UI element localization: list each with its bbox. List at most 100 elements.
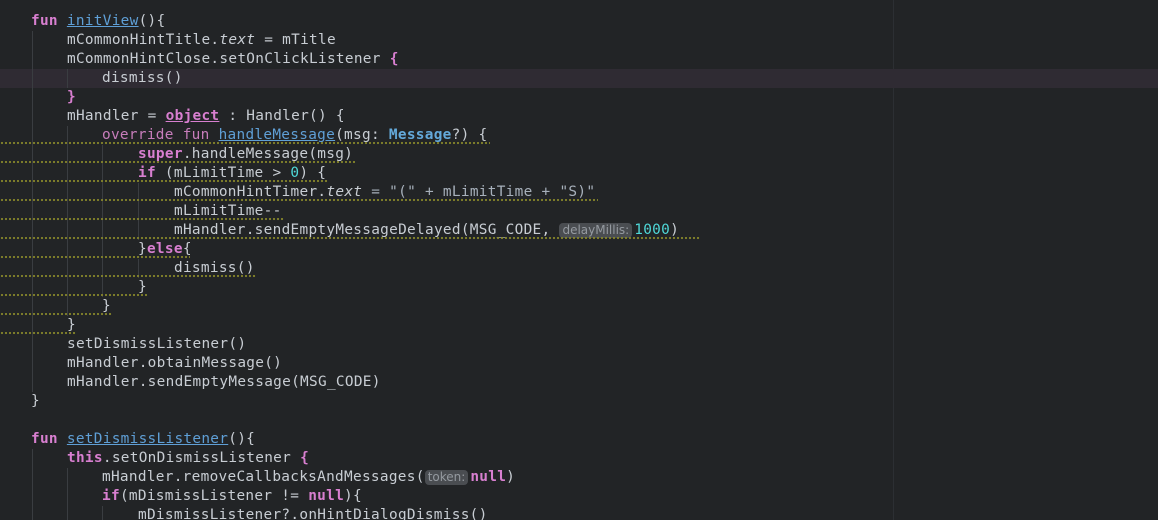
code-text: mCommonHintTitle.: [67, 32, 220, 48]
code-text: mLimitTime--: [174, 203, 282, 219]
indent-guide: [32, 506, 33, 520]
code-line[interactable]: mHandler.sendEmptyMessageDelayed(MSG_COD…: [0, 221, 1158, 240]
code-line[interactable]: }: [0, 278, 1158, 297]
property-text: text: [326, 184, 363, 200]
code-text: (mLimitTime >: [155, 165, 291, 181]
indent-guide: [67, 69, 68, 88]
code-text: mHandler.obtainMessage(): [67, 355, 283, 371]
code-text: (msg:: [335, 127, 389, 143]
code-text: (mDismissListener !=: [119, 488, 309, 504]
keyword-fun: fun: [31, 431, 58, 447]
code-text: }: [102, 298, 111, 314]
keyword-override: override: [102, 127, 174, 143]
code-text: (){: [138, 13, 166, 29]
code-text: dismiss(): [174, 260, 255, 276]
code-text: ?) {: [451, 127, 488, 143]
lambda-brace: {: [300, 450, 310, 466]
type-message: Message: [388, 127, 452, 143]
keyword-object: object: [165, 108, 220, 124]
code-text: setDismissListener(): [67, 336, 247, 352]
keyword-if: if: [138, 165, 156, 181]
keyword-else: else: [146, 241, 183, 257]
code-text: ): [506, 469, 516, 485]
code-text: mHandler.sendEmptyMessageDelayed(MSG_COD…: [174, 222, 560, 238]
code-line[interactable]: mHandler.sendEmptyMessage(MSG_CODE): [0, 373, 1158, 392]
code-text: mDismissListener?.onHintDialogDismiss(): [138, 507, 488, 520]
code-line[interactable]: mHandler.removeCallbacksAndMessages(toke…: [0, 468, 1158, 487]
code-text: {: [182, 241, 192, 257]
code-line[interactable]: fun setDismissListener(){: [0, 430, 1158, 449]
code-line[interactable]: }: [0, 297, 1158, 316]
indent-guide: [67, 468, 68, 487]
indent-guide: [32, 468, 33, 487]
indent-guide: [32, 373, 33, 392]
code-text: mHandler.removeCallbacksAndMessages(: [102, 469, 425, 485]
code-line[interactable]: super.handleMessage(msg): [0, 145, 1158, 164]
code-line[interactable]: this.setOnDismissListener {: [0, 449, 1158, 468]
indent-guide: [32, 107, 33, 126]
indent-guide: [32, 31, 33, 50]
function-name-setdismisslistener[interactable]: setDismissListener: [67, 431, 228, 447]
function-name-initview[interactable]: initView: [67, 13, 139, 29]
code-text: dismiss(): [102, 70, 183, 86]
keyword-if: if: [102, 488, 120, 504]
indent-guide: [32, 354, 33, 373]
keyword-super: super: [138, 146, 183, 162]
code-line[interactable]: [0, 411, 1158, 430]
code-line[interactable]: }else{: [0, 240, 1158, 259]
code-text: .handleMessage(msg): [182, 146, 354, 162]
code-line[interactable]: setDismissListener(): [0, 335, 1158, 354]
code-text: mHandler =: [67, 108, 166, 124]
code-line[interactable]: mCommonHintTimer.text = "(" + mLimitTime…: [0, 183, 1158, 202]
code-line[interactable]: mCommonHintClose.setOnClickListener {: [0, 50, 1158, 69]
code-text: : Handler() {: [219, 108, 345, 124]
code-text: }: [67, 317, 76, 333]
code-editor[interactable]: fun initView(){ mCommonHintTitle.text = …: [0, 0, 1158, 520]
code-text: }: [138, 279, 147, 295]
code-text: }: [31, 393, 40, 409]
code-line[interactable]: mDismissListener?.onHintDialogDismiss(): [0, 506, 1158, 520]
code-line[interactable]: override fun handleMessage(msg: Message?…: [0, 126, 1158, 145]
indent-guide: [32, 50, 33, 69]
indent-guide: [67, 506, 68, 520]
indent-guide: [32, 487, 33, 506]
code-line[interactable]: mHandler = object : Handler() {: [0, 107, 1158, 126]
lambda-brace: }: [67, 89, 76, 105]
code-line[interactable]: }: [0, 392, 1158, 411]
parameter-hint-token: token:: [424, 470, 469, 485]
code-line[interactable]: }: [0, 316, 1158, 335]
keyword-this: this: [67, 450, 103, 466]
function-name-handlemessage[interactable]: handleMessage: [219, 127, 336, 143]
lambda-brace: {: [389, 51, 399, 67]
indent-guide: [102, 506, 103, 520]
keyword-fun: fun: [31, 13, 58, 29]
code-line[interactable]: dismiss(): [0, 259, 1158, 278]
keyword-null: null: [470, 469, 507, 485]
code-line[interactable]: mCommonHintTitle.text = mTitle: [0, 31, 1158, 50]
code-line[interactable]: fun initView(){: [0, 12, 1158, 31]
indent-guide: [32, 335, 33, 354]
code-line[interactable]: mLimitTime--: [0, 202, 1158, 221]
code-line[interactable]: mHandler.obtainMessage(): [0, 354, 1158, 373]
code-text: ) {: [299, 165, 327, 181]
code-line[interactable]: if(mDismissListener != null){: [0, 487, 1158, 506]
code-text: mCommonHintClose.setOnClickListener: [67, 51, 390, 67]
indent-guide: [32, 449, 33, 468]
keyword-fun: fun: [182, 127, 210, 143]
code-text: .setOnDismissListener: [102, 450, 301, 466]
code-text: (){: [228, 431, 256, 447]
code-text: = mTitle: [255, 32, 336, 48]
number-literal: 1000: [634, 222, 671, 238]
code-text: = "(" + mLimitTime + "S)": [362, 184, 596, 200]
property-text: text: [219, 32, 256, 48]
code-text: mHandler.sendEmptyMessage(MSG_CODE): [67, 374, 381, 390]
keyword-null: null: [308, 488, 345, 504]
code-text: mCommonHintTimer.: [174, 184, 327, 200]
current-code-line[interactable]: dismiss(): [0, 69, 1158, 88]
indent-guide: [67, 487, 68, 506]
code-text: ): [670, 222, 680, 238]
indent-guide: [32, 69, 33, 88]
code-line[interactable]: }: [0, 88, 1158, 107]
code-line[interactable]: if (mLimitTime > 0) {: [0, 164, 1158, 183]
code-text: ){: [344, 488, 362, 504]
